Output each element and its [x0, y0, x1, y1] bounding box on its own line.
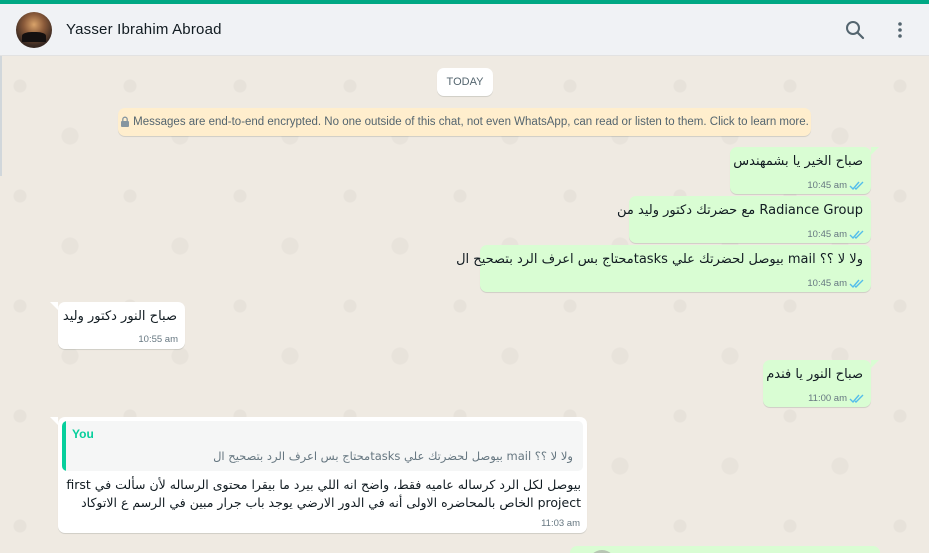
quote-accent-bar [62, 421, 66, 471]
contact-avatar[interactable] [16, 12, 52, 48]
reply-message-bubble[interactable]: You محتاج بس اعرف الرد بتصحيح الtasks بي… [58, 417, 587, 533]
read-ticks-icon [849, 279, 864, 289]
read-ticks-icon [849, 230, 864, 240]
message-text: صباح النور دكتور وليد [62, 309, 177, 324]
message-text-line: project الخاص بالمحاضره الاولى أنه في ال… [81, 495, 581, 510]
bubble-tail [871, 360, 879, 368]
search-icon[interactable] [843, 18, 867, 42]
bubble-tail [50, 302, 58, 310]
panel-divider [0, 56, 2, 176]
encryption-notice-text: Messages are end-to-end encrypted. No on… [133, 116, 809, 128]
message-time: 11:03 am [541, 518, 580, 529]
message-bubble[interactable]: مع حضرتك دكتور وليد من Radiance Group 10… [617, 196, 871, 243]
message-text: محتاج بس اعرف الرد بتصحيح الtasks بيوصل … [456, 252, 863, 267]
encryption-notice[interactable]: Messages are end-to-end encrypted. No on… [118, 108, 811, 136]
bubble-tail [871, 147, 879, 155]
contact-name[interactable]: Yasser Ibrahim Abroad [66, 21, 222, 38]
message-text: صباح الخير يا بشمهندس [733, 154, 863, 169]
message-time: 10:55 am [138, 334, 178, 345]
read-ticks-icon [849, 394, 864, 404]
message-time: 10:45 am [807, 180, 847, 191]
date-divider: TODAY [437, 68, 493, 96]
message-bubble[interactable]: صباح النور دكتور وليد 10:55 am [58, 302, 185, 349]
message-text-line: بيوصل لكل الرد كرساله عاميه فقط، واضح ان… [66, 477, 581, 492]
chat-header[interactable]: Yasser Ibrahim Abroad [0, 4, 929, 56]
message-time: 10:45 am [807, 278, 847, 289]
message-bubble-partial[interactable] [570, 546, 880, 553]
quote-author: You [72, 427, 94, 441]
message-time: 11:00 am [808, 393, 847, 404]
quote-text: محتاج بس اعرف الرد بتصحيح الtasks بيوصل … [213, 449, 573, 463]
lock-icon [121, 116, 130, 127]
read-ticks-icon [849, 181, 864, 191]
message-bubble[interactable]: صباح النور يا فندم 11:00 am [763, 360, 871, 407]
quoted-message[interactable]: You محتاج بس اعرف الرد بتصحيح الtasks بي… [62, 421, 583, 471]
message-time: 10:45 am [807, 229, 847, 240]
menu-icon[interactable] [888, 18, 912, 42]
message-bubble[interactable]: محتاج بس اعرف الرد بتصحيح الtasks بيوصل … [456, 245, 871, 292]
bubble-tail [50, 417, 58, 425]
message-text: صباح النور يا فندم [766, 367, 863, 382]
message-text: مع حضرتك دكتور وليد من Radiance Group [617, 203, 863, 218]
message-bubble[interactable]: صباح الخير يا بشمهندس 10:45 am [730, 147, 871, 194]
chat-panel[interactable]: TODAY Messages are end-to-end encrypted.… [0, 56, 929, 553]
